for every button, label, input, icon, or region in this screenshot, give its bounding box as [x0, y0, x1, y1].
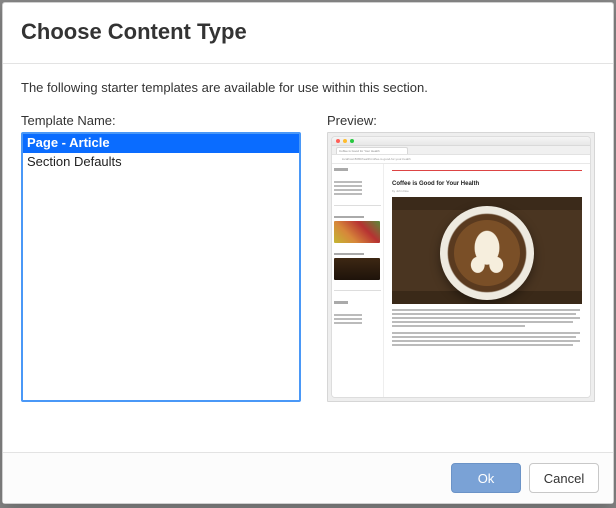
cancel-button[interactable]: Cancel — [529, 463, 599, 493]
template-name-label: Template Name: — [21, 113, 301, 128]
sidebar-heading — [334, 168, 348, 171]
window-maximize-icon — [350, 139, 354, 143]
browser-titlebar — [332, 137, 590, 146]
dialog-header: Choose Content Type — [3, 3, 613, 64]
template-listbox[interactable]: Page - Article Section Defaults — [21, 132, 301, 402]
sidebar-list — [334, 314, 381, 324]
article-byline: by John Doe — [392, 189, 582, 193]
choose-content-type-dialog: Choose Content Type The following starte… — [2, 2, 614, 504]
sidebar-thumb-coffee — [334, 258, 380, 280]
template-item-label: Section Defaults — [27, 154, 122, 169]
header-rule — [392, 168, 582, 171]
article-headline: Coffee is Good for Your Health — [392, 181, 582, 187]
browser-frame: Coffee is Good for Your Health localhost… — [331, 136, 591, 398]
preview-column: Preview: Coffee is Good for Your Health — [327, 113, 595, 440]
dialog-footer: Ok Cancel — [3, 452, 613, 503]
coffee-cup — [440, 206, 534, 300]
window-close-icon — [336, 139, 340, 143]
dialog-body: The following starter templates are avai… — [3, 64, 613, 452]
preview-box: Coffee is Good for Your Health localhost… — [327, 132, 595, 402]
sidebar-heading — [334, 301, 348, 304]
page-sidebar — [332, 164, 384, 397]
template-item-section-defaults[interactable]: Section Defaults — [23, 153, 299, 172]
ok-button[interactable]: Ok — [451, 463, 521, 493]
sidebar-block-label — [334, 253, 364, 255]
columns: Template Name: Page - Article Section De… — [21, 113, 595, 440]
sidebar-block-1 — [334, 216, 381, 243]
browser-urlbar: localhost:8080/health/coffee-is-good-for… — [332, 155, 590, 164]
page-main: Coffee is Good for Your Health by John D… — [384, 164, 590, 397]
template-name-column: Template Name: Page - Article Section De… — [21, 113, 301, 440]
sidebar-block-label — [334, 216, 364, 218]
template-item-page-article[interactable]: Page - Article — [23, 134, 299, 153]
window-minimize-icon — [343, 139, 347, 143]
page-content: Coffee is Good for Your Health by John D… — [332, 164, 590, 397]
template-item-label: Page - Article — [27, 135, 110, 150]
article-paragraph — [392, 309, 582, 327]
sidebar-separator — [334, 290, 381, 291]
browser-tabs: Coffee is Good for Your Health — [332, 146, 590, 155]
browser-tab: Coffee is Good for Your Health — [336, 147, 408, 154]
preview-image: Coffee is Good for Your Health localhost… — [328, 133, 594, 401]
sidebar-separator — [334, 205, 381, 206]
article-paragraph — [392, 332, 582, 346]
dialog-title: Choose Content Type — [21, 19, 595, 45]
latte-art — [454, 220, 520, 286]
sidebar-thumb-food — [334, 221, 380, 243]
sidebar-nav — [334, 181, 381, 195]
intro-text: The following starter templates are avai… — [21, 80, 595, 95]
preview-label: Preview: — [327, 113, 595, 128]
sidebar-block-2 — [334, 253, 381, 280]
article-hero-image — [392, 197, 582, 304]
